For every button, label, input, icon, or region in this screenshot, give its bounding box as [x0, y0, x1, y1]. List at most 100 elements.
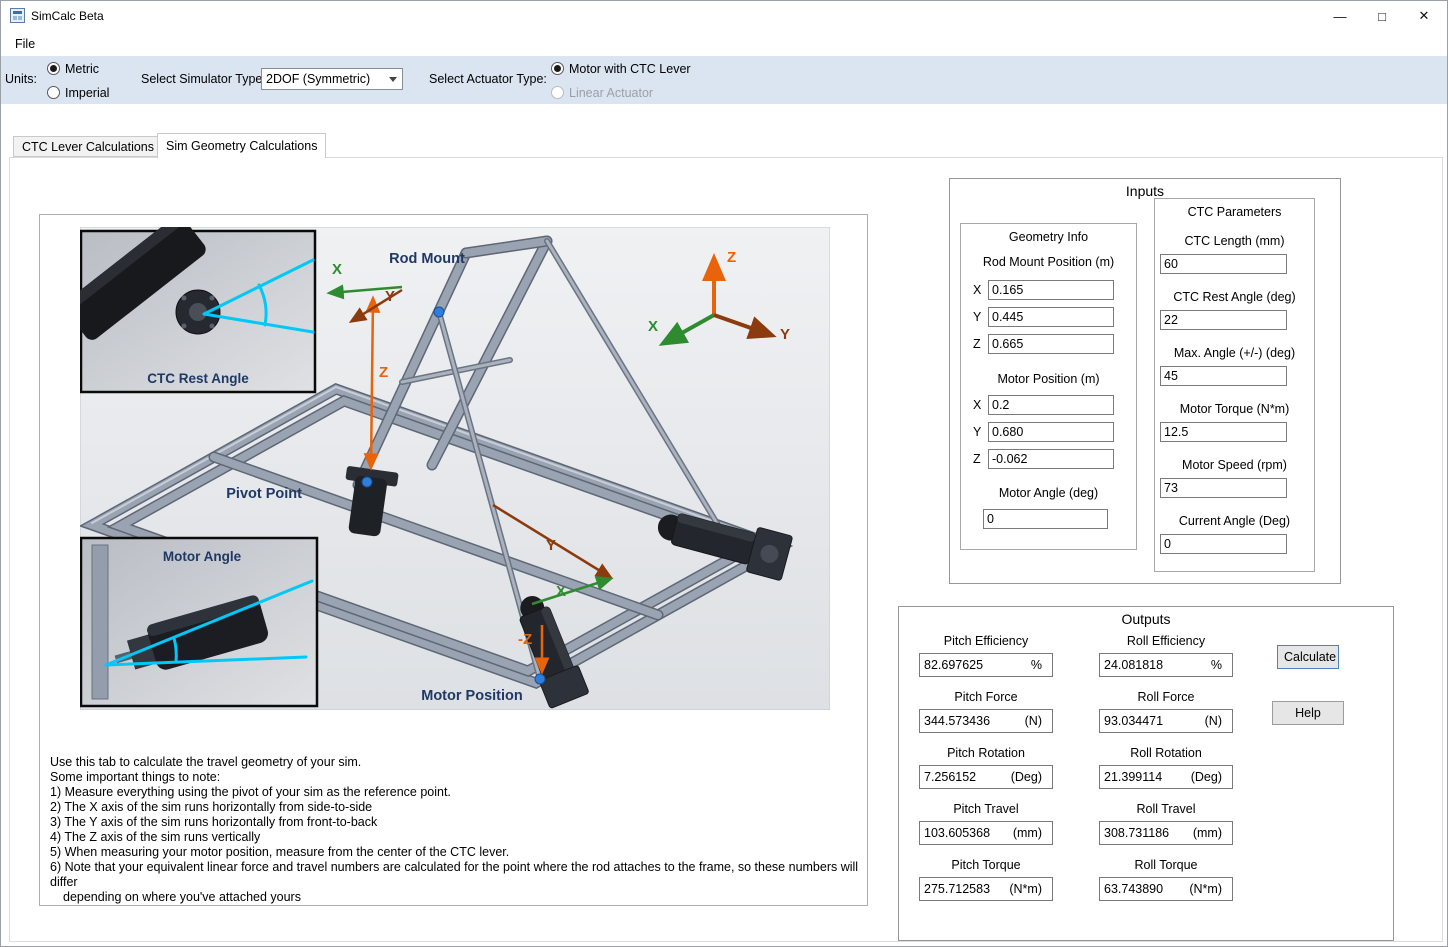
- rod-mount-x-field[interactable]: [988, 280, 1114, 300]
- menu-file[interactable]: File: [9, 35, 41, 53]
- motor-speed-field[interactable]: [1160, 478, 1287, 498]
- rod-mount-z-label: Z: [973, 337, 981, 351]
- tab-ctc-lever-calculations[interactable]: CTC Lever Calculations: [13, 136, 163, 157]
- roll-travel-number: 308.731186: [1104, 826, 1169, 840]
- roll-force-label: Roll Force: [1096, 690, 1236, 704]
- roll-rotation-unit: (Deg): [1191, 770, 1222, 784]
- pitch-torque-unit: (N*m): [1009, 882, 1042, 896]
- tab-sim-geometry-calculations[interactable]: Sim Geometry Calculations: [157, 133, 326, 158]
- actuator-type-label: Select Actuator Type:: [429, 72, 547, 86]
- pitch-torque-label: Pitch Torque: [916, 858, 1056, 872]
- current-angle-field[interactable]: [1160, 534, 1287, 554]
- pitch-force-number: 344.573436: [924, 714, 990, 728]
- outputs-title: Outputs: [899, 611, 1393, 627]
- outputs-panel: Outputs Pitch Efficiency 82.697625 % Pit…: [898, 606, 1394, 941]
- pitch-efficiency-label: Pitch Efficiency: [916, 634, 1056, 648]
- radio-imperial-circle: [47, 86, 60, 99]
- pitch-rotation-label: Pitch Rotation: [916, 746, 1056, 760]
- roll-efficiency-number: 24.081818: [1104, 658, 1163, 672]
- motor-pos-z-field[interactable]: [988, 449, 1114, 469]
- radio-imperial[interactable]: Imperial: [47, 85, 109, 100]
- motor-angle-input-label: Motor Angle (deg): [961, 486, 1136, 500]
- motor-torque-field[interactable]: [1160, 422, 1287, 442]
- toolbar: Units: Metric Imperial Select Simulator …: [1, 56, 1447, 104]
- pivot-point-label: Pivot Point: [226, 486, 302, 502]
- motor-pos-x-label: X: [973, 398, 981, 412]
- rod-mount-z-field[interactable]: [988, 334, 1114, 354]
- diagram-box: Z X Y X Y Z Y X -Z Rod Mount Pivot Point…: [39, 214, 868, 906]
- max-angle-field[interactable]: [1160, 366, 1287, 386]
- motor-angle-label: Motor Angle: [163, 549, 242, 564]
- note-line: 5) When measuring your motor position, m…: [50, 845, 867, 860]
- simulator-type-select[interactable]: 2DOF (Symmetric): [261, 68, 403, 90]
- z-axis-label: Z: [379, 364, 388, 381]
- motor-position-point: [535, 674, 545, 684]
- units-label: Units:: [5, 72, 37, 86]
- radio-linear-actuator-circle: [551, 86, 564, 99]
- pitch-rotation-number: 7.256152: [924, 770, 976, 784]
- pitch-force-label: Pitch Force: [916, 690, 1056, 704]
- motor-pos-z-label: Z: [973, 452, 981, 466]
- motor-pos-y-field[interactable]: [988, 422, 1114, 442]
- pitch-travel-value: 103.605368 (mm): [919, 821, 1053, 845]
- help-button[interactable]: Help: [1272, 701, 1344, 725]
- pitch-travel-number: 103.605368: [924, 826, 990, 840]
- simulator-type-label: Select Simulator Type:: [141, 72, 266, 86]
- motor-pos-x-field[interactable]: [988, 395, 1114, 415]
- app-window: SimCalc Beta — □ ✕ File Units: Metric Im…: [0, 0, 1448, 947]
- radio-imperial-label: Imperial: [65, 86, 109, 100]
- rod-mount-x-label: X: [973, 283, 981, 297]
- pitch-efficiency-unit: %: [1031, 658, 1042, 672]
- note-line: 4) The Z axis of the sim runs vertically: [50, 830, 867, 845]
- ctc-rest-angle-label: CTC Rest Angle: [147, 371, 249, 386]
- rod-mount-point: [434, 307, 444, 317]
- ctc-rest-angle-inset: CTC Rest Angle: [80, 227, 315, 392]
- geometry-info-title: Geometry Info: [961, 230, 1136, 244]
- roll-torque-label: Roll Torque: [1096, 858, 1236, 872]
- calculate-button[interactable]: Calculate: [1277, 645, 1339, 669]
- title-bar: SimCalc Beta — □ ✕: [1, 1, 1447, 31]
- ctc-rest-angle-field[interactable]: [1160, 310, 1287, 330]
- y-axis-mid-label: Y: [546, 537, 556, 554]
- motor-angle-field[interactable]: [983, 509, 1108, 529]
- radio-metric-label: Metric: [65, 62, 99, 76]
- inputs-panel: Inputs Geometry Info Rod Mount Position …: [949, 178, 1341, 584]
- maximize-button[interactable]: □: [1359, 1, 1405, 31]
- pitch-force-unit: (N): [1025, 714, 1042, 728]
- rod-mount-y-field[interactable]: [988, 307, 1114, 327]
- pitch-travel-unit: (mm): [1013, 826, 1042, 840]
- current-angle-label: Current Angle (Deg): [1155, 514, 1314, 528]
- y-axis-label: Y: [385, 288, 395, 305]
- close-button[interactable]: ✕: [1401, 1, 1447, 31]
- radio-metric-circle: [47, 62, 60, 75]
- note-line: 3) The Y axis of the sim runs horizontal…: [50, 815, 867, 830]
- roll-rotation-number: 21.399114: [1104, 770, 1162, 784]
- note-line: Some important things to note:: [50, 770, 867, 785]
- ctc-rest-angle-input-label: CTC Rest Angle (deg): [1155, 290, 1314, 304]
- rod-mount-y-label: Y: [973, 310, 981, 324]
- pitch-rotation-value: 7.256152 (Deg): [919, 765, 1053, 789]
- pitch-force-value: 344.573436 (N): [919, 709, 1053, 733]
- roll-force-unit: (N): [1205, 714, 1222, 728]
- roll-travel-unit: (mm): [1193, 826, 1222, 840]
- note-line: 1) Measure everything using the pivot of…: [50, 785, 867, 800]
- pitch-travel-label: Pitch Travel: [916, 802, 1056, 816]
- rod-mount-position-label: Rod Mount Position (m): [961, 255, 1136, 269]
- triad-x-label: X: [648, 318, 658, 335]
- note-line: Use this tab to calculate the travel geo…: [50, 755, 867, 770]
- radio-motor-ctc[interactable]: Motor with CTC Lever: [551, 61, 691, 76]
- ctc-length-field[interactable]: [1160, 254, 1287, 274]
- motor-position-input-label: Motor Position (m): [961, 372, 1136, 386]
- sim-diagram: Z X Y X Y Z Y X -Z Rod Mount Pivot Point…: [80, 227, 830, 710]
- minimize-button[interactable]: —: [1317, 1, 1363, 31]
- roll-efficiency-label: Roll Efficiency: [1096, 634, 1236, 648]
- inputs-title: Inputs: [950, 183, 1340, 199]
- note-line: 2) The X axis of the sim runs horizontal…: [50, 800, 867, 815]
- ctc-parameters-title: CTC Parameters: [1155, 205, 1314, 219]
- motor-position-label: Motor Position: [421, 688, 523, 704]
- radio-metric[interactable]: Metric: [47, 61, 99, 76]
- radio-motor-ctc-label: Motor with CTC Lever: [569, 62, 691, 76]
- simulator-type-selectwrap: 2DOF (Symmetric): [261, 68, 403, 90]
- motor-torque-label: Motor Torque (N*m): [1155, 402, 1314, 416]
- pitch-efficiency-value: 82.697625 %: [919, 653, 1053, 677]
